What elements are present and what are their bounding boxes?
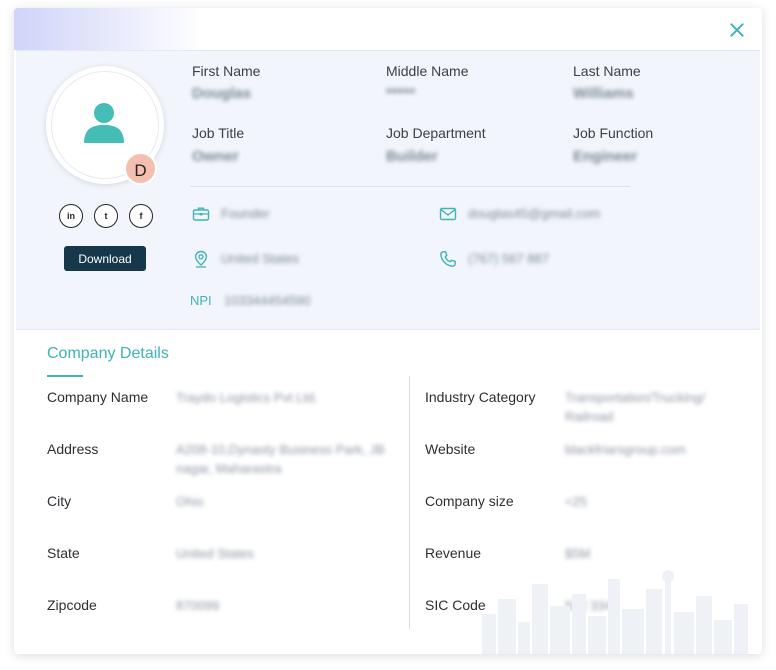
job-department-label: Job Department (386, 125, 486, 141)
last-name-value: Williams (573, 85, 634, 102)
profile-divider (190, 186, 630, 187)
website-value[interactable]: blackfriarsgroup.com (565, 440, 735, 459)
header-glow (14, 8, 204, 50)
job-title-label: Job Title (192, 125, 245, 141)
phone-value[interactable]: (767) 567 887 (468, 251, 549, 266)
company-size-label: Company size (425, 493, 514, 509)
location-value: United States (221, 251, 300, 266)
city-skyline-illustration (482, 570, 748, 654)
company-details-title: Company Details (47, 345, 169, 362)
npi-label: NPI (190, 293, 212, 308)
zipcode-value: 870099 (176, 598, 220, 613)
job-department-value: Builder (386, 148, 438, 165)
zipcode-label: Zipcode (47, 597, 97, 613)
facebook-icon[interactable]: f (129, 204, 153, 228)
state-value: United States (176, 546, 255, 561)
position-value: Founder (221, 206, 270, 221)
phone-icon (440, 251, 456, 267)
company-title-underline (47, 375, 83, 377)
company-name-label: Company Name (47, 389, 149, 405)
job-function-label: Job Function (573, 125, 654, 141)
profile-section: D in t f Download First Name Douglas Mid… (16, 50, 760, 330)
last-name-label: Last Name (573, 63, 641, 79)
job-title-value: Owner (192, 148, 239, 165)
first-name-label: First Name (192, 63, 261, 79)
address-label: Address (47, 441, 99, 457)
middle-name-label: Middle Name (386, 63, 469, 79)
company-name-value: Traydo Logistics Pvt Ltd. (176, 390, 318, 405)
website-label: Website (425, 441, 476, 457)
address-value: A208-10,Dynasty Business Park, JB nagar,… (176, 442, 385, 476)
location-pin-icon (194, 250, 208, 268)
company-size-value: <25 (565, 494, 588, 509)
company-column-divider (409, 376, 410, 629)
mail-icon (439, 207, 457, 221)
npi-value: 103344454590 (224, 293, 311, 308)
email-value[interactable]: douglas45@gmail.com (468, 206, 600, 221)
social-links: in t f (59, 204, 155, 228)
avatar-initial-badge: D (124, 152, 157, 185)
industry-category-label: Industry Category (425, 389, 536, 405)
twitter-icon[interactable]: t (94, 204, 118, 228)
first-name-value: Douglas (192, 85, 252, 102)
close-icon[interactable] (726, 19, 748, 41)
download-button[interactable]: Download (64, 246, 146, 271)
city-label: City (47, 493, 72, 509)
city-value: Ohio (176, 494, 204, 509)
industry-category-value: Transportation/Trucking/ Railroad (565, 390, 705, 424)
avatar: D (46, 66, 164, 185)
job-function-value: Engineer (573, 148, 638, 165)
state-label: State (47, 545, 80, 561)
middle-name-value: ***** (386, 85, 416, 102)
person-icon (84, 103, 124, 143)
contact-details-card: D in t f Download First Name Douglas Mid… (14, 8, 762, 654)
briefcase-icon (192, 207, 210, 221)
linkedin-icon[interactable]: in (59, 204, 83, 228)
